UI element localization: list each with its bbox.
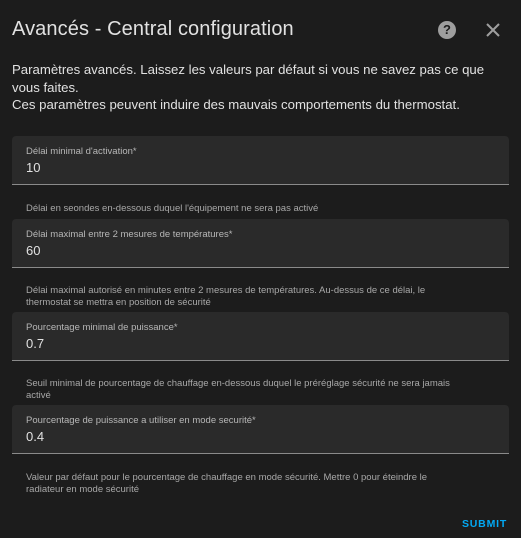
min-power-percent-input[interactable] xyxy=(26,336,496,351)
field-label: Pourcentage de puissance a utiliser en m… xyxy=(26,415,256,426)
max-temp-delay-input[interactable] xyxy=(26,243,496,258)
submit-button[interactable]: SUBMIT xyxy=(462,518,507,530)
intro-line-1: Paramètres avancés. Laissez les valeurs … xyxy=(12,62,485,95)
min-power-percent-field[interactable]: Pourcentage minimal de puissance* xyxy=(12,312,509,361)
dialog-title: Avancés - Central configuration xyxy=(12,18,294,40)
dialog-header: Avancés - Central configuration ? xyxy=(0,0,521,56)
field-helper-text: Délai maximal autorisé en minutes entre … xyxy=(26,285,426,308)
field-label: Pourcentage minimal de puissance* xyxy=(26,322,178,333)
field-label: Délai maximal entre 2 mesures de tempéra… xyxy=(26,229,233,240)
help-icon[interactable]: ? xyxy=(438,21,456,39)
security-power-percent-input[interactable] xyxy=(26,429,496,444)
field-helper-text: Délai en seondes en-dessous duquel l'équ… xyxy=(26,203,319,214)
field-helper-text: Seuil minimal de pourcentage de chauffag… xyxy=(26,378,450,401)
min-activation-delay-field[interactable]: Délai minimal d'activation* xyxy=(12,136,509,185)
intro-text: Paramètres avancés. Laissez les valeurs … xyxy=(12,61,502,114)
help-glyph: ? xyxy=(443,22,451,37)
min-activation-delay-input[interactable] xyxy=(26,160,496,175)
max-temp-delay-field[interactable]: Délai maximal entre 2 mesures de tempéra… xyxy=(12,219,509,268)
close-icon[interactable] xyxy=(484,21,502,39)
field-helper-text: Valeur par défaut pour le pourcentage de… xyxy=(26,472,428,495)
config-dialog: Avancés - Central configuration ? Paramè… xyxy=(0,0,521,538)
intro-line-2: Ces paramètres peuvent induire des mauva… xyxy=(12,97,460,112)
security-power-percent-field[interactable]: Pourcentage de puissance a utiliser en m… xyxy=(12,405,509,454)
field-label: Délai minimal d'activation* xyxy=(26,146,137,157)
